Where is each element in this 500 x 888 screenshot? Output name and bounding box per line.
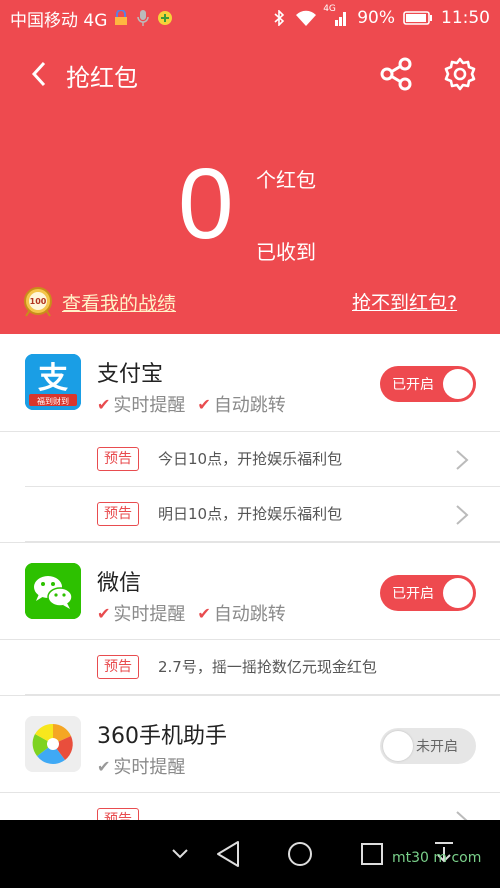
watermark-logo: mt30 m com: [392, 850, 482, 866]
carrier-label: 中国移动 4G: [10, 10, 108, 31]
wechat-icon: [25, 563, 81, 619]
chevron-down-icon: [172, 849, 188, 859]
top-toolbar: 抢红包: [0, 36, 500, 112]
share-icon: [380, 57, 412, 91]
back-button[interactable]: [24, 56, 54, 92]
check-icon: ✔: [197, 394, 211, 414]
notice-badge: 预告: [97, 808, 139, 820]
check-icon: ✔: [97, 756, 111, 776]
chevron-right-icon: [456, 450, 469, 470]
page-title: 抢红包: [66, 64, 138, 92]
signal-label: 4G: [323, 4, 336, 14]
alipay-icon-char: 支: [38, 361, 68, 396]
battery-icon: [403, 10, 433, 26]
alipay-icon: 支 福到财到: [25, 354, 81, 410]
app-row-360: 360手机助手 ✔ 实时提醒 未开启: [0, 695, 500, 793]
feature-item: ✔ 实时提醒: [97, 753, 185, 779]
feature-label: 自动跳转: [213, 395, 286, 416]
mic-icon: [135, 10, 151, 26]
feature-item: ✔ 自动跳转: [197, 391, 285, 417]
alipay-toggle[interactable]: 已开启: [380, 366, 476, 402]
gear-icon: [444, 57, 476, 91]
360-toggle[interactable]: 未开启: [380, 728, 476, 764]
check-icon: ✔: [97, 394, 111, 414]
notice-row[interactable]: 预告 2.7号，摇一摇抢数亿元现金红包: [25, 640, 500, 695]
check-icon: ✔: [97, 603, 111, 623]
home-nav-button[interactable]: [282, 836, 318, 872]
red-packet-header: 抢红包 0 个红包 已收到 100 查看我的战绩 抢不到红包?: [0, 36, 500, 334]
feature-label: 实时提醒: [113, 395, 186, 416]
app-name: 微信: [97, 571, 142, 596]
feature-label: 自动跳转: [213, 604, 286, 625]
feature-list: ✔ 实时提醒 ✔ 自动跳转: [97, 600, 286, 626]
app-row-alipay: 支 福到财到 支付宝 ✔ 实时提醒 ✔ 自动跳转 已开启: [0, 334, 500, 432]
notice-row[interactable]: 预告 明日10点，开抢娱乐福利包: [25, 487, 500, 542]
feature-list: ✔ 实时提醒: [97, 753, 185, 779]
bluetooth-icon: [271, 10, 287, 26]
back-triangle-icon: [217, 841, 239, 867]
app-list: 支 福到财到 支付宝 ✔ 实时提醒 ✔ 自动跳转 已开启 预告 今日10点，开抢娱乐…: [0, 334, 500, 820]
count-unit-label: 个红包: [256, 168, 316, 192]
toggle-label: 已开启: [392, 586, 434, 602]
notice-badge: 预告: [97, 502, 139, 526]
battery-percent: 90%: [357, 8, 395, 28]
chevron-right-icon: [456, 505, 469, 525]
settings-button[interactable]: [440, 54, 480, 94]
medal-text: 100: [30, 297, 47, 306]
app-name: 360手机助手: [97, 724, 227, 749]
wechat-toggle[interactable]: 已开启: [380, 575, 476, 611]
home-circle-icon: [288, 842, 312, 866]
toggle-label: 已开启: [392, 377, 434, 393]
notice-row[interactable]: 预告 今日10点，开抢娱乐福利包: [25, 432, 500, 487]
toggle-label: 未开启: [416, 739, 458, 755]
toggle-knob: [383, 731, 413, 761]
notice-text: 2.7号，摇一摇抢数亿元现金红包: [158, 658, 377, 676]
feature-label: 实时提醒: [113, 604, 186, 625]
wifi-icon: [295, 10, 317, 26]
medal-icon: 100: [24, 287, 52, 317]
lock-icon: [113, 10, 129, 26]
feature-item: ✔ 自动跳转: [197, 600, 285, 626]
toggle-knob: [443, 369, 473, 399]
count-caption-label: 已收到: [256, 240, 316, 264]
app-notification-icon: [157, 10, 173, 26]
notice-text: 今日10点，开抢娱乐福利包: [158, 450, 343, 468]
alipay-icon-caption: 福到财到: [37, 396, 69, 406]
status-bar: 中国移动 4G 4G 90% 11:50: [0, 0, 500, 36]
app-row-wechat: 微信 ✔ 实时提醒 ✔ 自动跳转 已开启: [0, 542, 500, 640]
feature-item: ✔ 实时提醒: [97, 391, 185, 417]
360-assistant-icon: [25, 716, 81, 772]
clock: 11:50: [441, 8, 490, 28]
recents-square-icon: [361, 843, 383, 865]
back-nav-button[interactable]: [210, 836, 246, 872]
cant-grab-link[interactable]: 抢不到红包?: [352, 288, 457, 315]
hide-nav-button[interactable]: [162, 836, 198, 872]
notice-text: 明日10点，开抢娱乐福利包: [158, 505, 343, 523]
signal-icon: 4G: [323, 4, 349, 26]
share-button[interactable]: [376, 54, 416, 94]
feature-list: ✔ 实时提醒 ✔ 自动跳转: [97, 391, 286, 417]
chevron-left-icon: [31, 61, 46, 87]
my-record-text: 查看我的战绩: [62, 292, 177, 315]
notice-badge: 预告: [97, 447, 139, 471]
feature-label: 实时提醒: [113, 757, 186, 778]
notice-row[interactable]: 预告: [25, 793, 500, 820]
notice-badge: 预告: [97, 655, 139, 679]
check-icon: ✔: [197, 603, 211, 623]
received-count: 0: [178, 148, 234, 260]
recents-nav-button[interactable]: [354, 836, 390, 872]
my-record-link[interactable]: 100 查看我的战绩: [22, 286, 176, 318]
chevron-right-icon: [456, 811, 468, 820]
app-name: 支付宝: [97, 362, 164, 387]
feature-item: ✔ 实时提醒: [97, 600, 185, 626]
toggle-knob: [443, 578, 473, 608]
